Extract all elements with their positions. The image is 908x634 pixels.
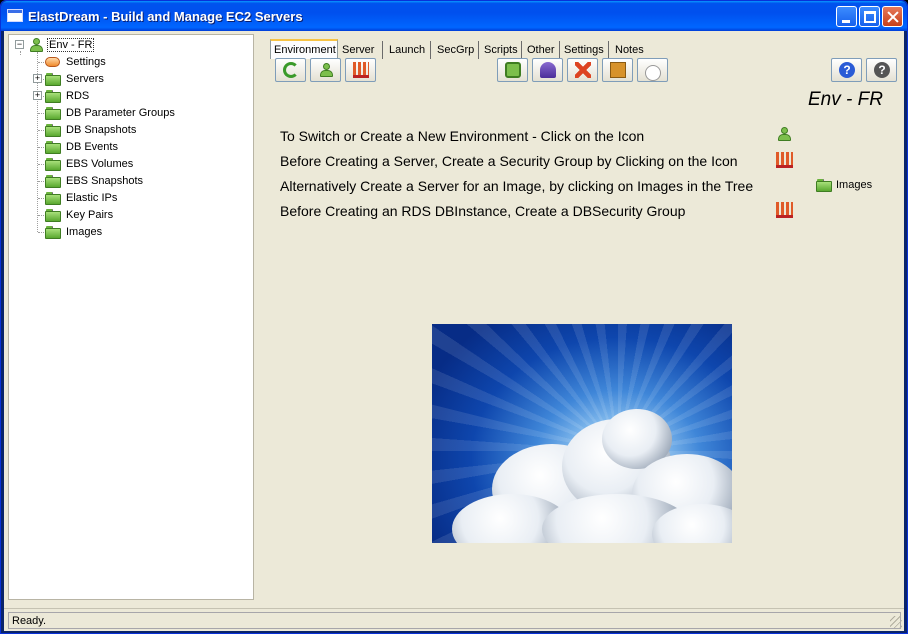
status-text: Ready. — [8, 612, 901, 629]
environment-icon — [28, 37, 44, 53]
minimize-button[interactable] — [836, 6, 857, 27]
launch-icon — [505, 62, 521, 78]
book-icon — [610, 62, 626, 78]
maximize-button[interactable] — [859, 6, 880, 27]
launch-button[interactable] — [497, 58, 528, 82]
sky-cloud-image — [432, 324, 732, 543]
status-bar: Ready. — [4, 608, 904, 630]
settings-icon — [45, 57, 60, 67]
refresh-icon — [283, 62, 299, 78]
tree-item-label: RDS — [66, 90, 90, 102]
collapse-icon[interactable]: − — [15, 40, 24, 49]
tree-item[interactable]: EBS Snapshots — [9, 173, 249, 190]
tree-item[interactable]: + RDS — [9, 88, 249, 105]
cloud-icon — [645, 65, 661, 81]
environment-link-icon[interactable] — [776, 126, 793, 142]
environment-button[interactable] — [310, 58, 341, 82]
app-icon — [7, 9, 23, 22]
folder-icon — [45, 124, 61, 137]
environment-tree[interactable]: − Env - FR Settings + Servers + RDS DB Parame… — [8, 34, 254, 600]
tab-notes[interactable]: Notes — [612, 41, 650, 59]
title-bar[interactable]: ElastDream - Build and Manage EC2 Server… — [1, 1, 907, 31]
info-line-image: Alternatively Create a Server for an Ima… — [280, 178, 754, 194]
info-line-rds: Before Creating an RDS DBInstance, Creat… — [280, 203, 686, 219]
tab-launch[interactable]: Launch — [386, 41, 431, 59]
about-button[interactable]: ? — [866, 58, 897, 82]
security-group-button[interactable] — [345, 58, 376, 82]
user-icon — [318, 62, 334, 78]
app-window: ElastDream - Build and Manage EC2 Server… — [0, 0, 908, 634]
help-icon: ? — [839, 62, 855, 78]
close-button[interactable] — [882, 6, 903, 27]
folder-icon — [45, 107, 61, 120]
security-group-link-icon[interactable] — [776, 152, 793, 168]
tree-item[interactable]: Settings — [9, 54, 249, 71]
help-button[interactable]: ? — [831, 58, 862, 82]
tree-item-label: EBS Volumes — [66, 158, 134, 170]
expand-icon[interactable]: + — [33, 91, 42, 100]
about-icon: ? — [874, 62, 890, 78]
tree-item[interactable]: Key Pairs — [9, 207, 249, 224]
resize-grip[interactable] — [890, 616, 902, 628]
folder-icon — [45, 158, 61, 171]
folder-icon — [45, 192, 61, 205]
info-line-security-group: Before Creating a Server, Create a Secur… — [280, 153, 738, 169]
tree-item-label: Settings — [66, 56, 106, 68]
tree-item[interactable]: Elastic IPs — [9, 190, 249, 207]
tab-settings[interactable]: Settings — [561, 41, 609, 59]
info-line-environment: To Switch or Create a New Environment - … — [280, 128, 645, 144]
tab-server[interactable]: Server — [339, 41, 383, 59]
user-manage-icon — [540, 62, 556, 78]
tree-item-label: EBS Snapshots — [66, 175, 144, 187]
window-title: ElastDream - Build and Manage EC2 Server… — [28, 9, 303, 24]
tree-item-label: DB Parameter Groups — [66, 107, 175, 119]
environment-label: Env - FR — [808, 89, 883, 110]
delete-button[interactable] — [567, 58, 598, 82]
folder-icon — [45, 226, 61, 239]
tab-other[interactable]: Other — [524, 41, 560, 59]
user-manage-button[interactable] — [532, 58, 563, 82]
tab-scripts[interactable]: Scripts — [481, 41, 522, 59]
folder-icon — [45, 73, 61, 86]
tree-item[interactable]: Images — [9, 224, 249, 241]
folder-icon — [45, 90, 61, 103]
tree-item-label: Images — [66, 226, 103, 238]
cloud-button[interactable] — [637, 58, 668, 82]
images-link-label: Images — [836, 179, 873, 191]
folder-icon — [816, 179, 832, 192]
client-area: − Env - FR Settings + Servers + RDS DB Parame… — [4, 31, 904, 631]
tree-item[interactable]: DB Events — [9, 139, 249, 156]
folder-icon — [45, 141, 61, 154]
tree-root-env[interactable]: − Env - FR — [13, 37, 213, 54]
tree-item-label: DB Snapshots — [66, 124, 137, 136]
tree-item-label: Elastic IPs — [66, 192, 118, 204]
tree-item[interactable]: EBS Volumes — [9, 156, 249, 173]
book-button[interactable] — [602, 58, 633, 82]
main-panel: Environment Server Launch SecGrp Scripts… — [254, 31, 904, 601]
tree-item[interactable]: DB Parameter Groups — [9, 105, 249, 122]
folder-icon — [45, 175, 61, 188]
tree-item-label: Servers — [66, 73, 104, 85]
tree-item[interactable]: + Servers — [9, 71, 249, 88]
tree-root-label: Env - FR — [47, 38, 95, 52]
tree-item[interactable]: DB Snapshots — [9, 122, 249, 139]
refresh-button[interactable] — [275, 58, 306, 82]
tree-item-label: DB Events — [66, 141, 118, 153]
expand-icon[interactable]: + — [33, 74, 42, 83]
tab-environment[interactable]: Environment — [270, 39, 338, 59]
folder-icon — [45, 209, 61, 222]
delete-icon — [575, 62, 591, 78]
db-security-group-link-icon[interactable] — [776, 202, 793, 218]
security-group-icon — [353, 62, 369, 78]
tab-secgrp[interactable]: SecGrp — [434, 41, 479, 59]
tree-item-label: Key Pairs — [66, 209, 114, 221]
